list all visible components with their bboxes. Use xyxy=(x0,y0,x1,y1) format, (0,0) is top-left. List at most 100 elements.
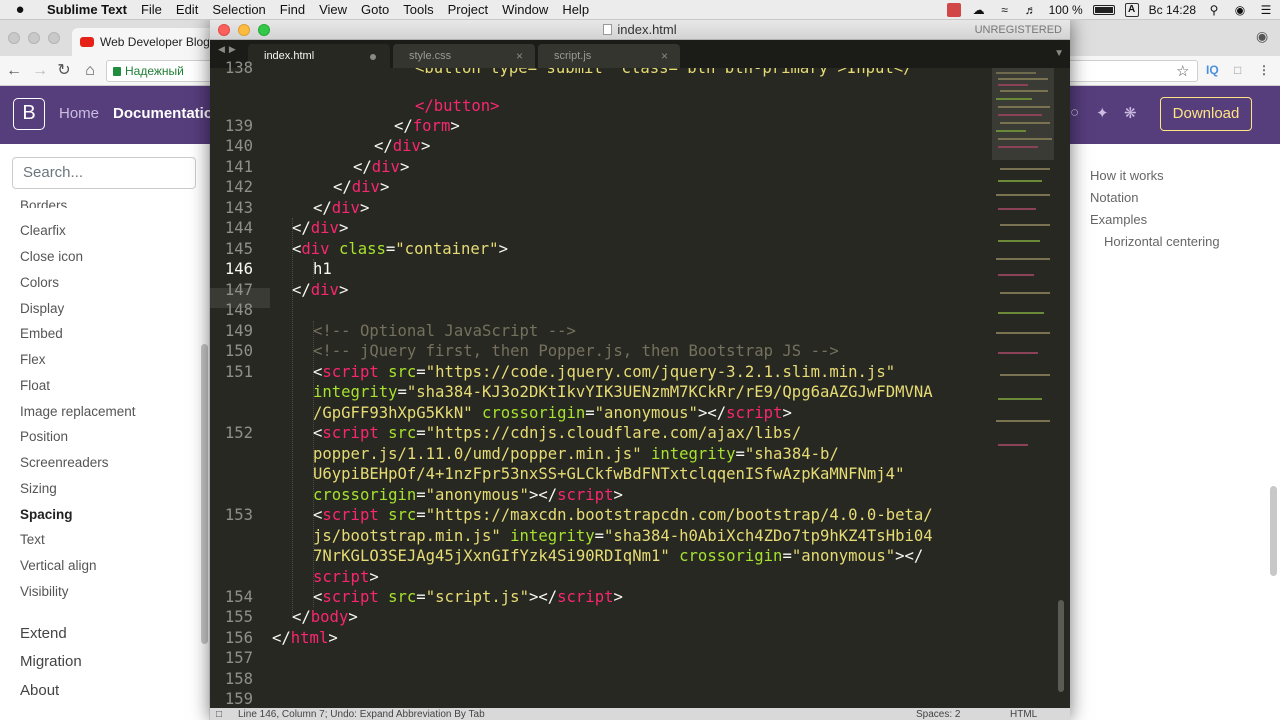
menu-find[interactable]: Find xyxy=(273,2,312,17)
window-close-button[interactable] xyxy=(218,24,230,36)
tab-close-icon[interactable]: × xyxy=(516,44,523,68)
menu-tools[interactable]: Tools xyxy=(396,2,440,17)
code-line-151a: <script src="https://code.jquery.com/jqu… xyxy=(313,363,896,381)
download-button[interactable]: Download xyxy=(1160,97,1252,131)
notification-center-icon[interactable]: ☰ xyxy=(1258,3,1274,17)
line-number: 147 xyxy=(224,281,253,299)
nav-home-link[interactable]: Home xyxy=(59,105,99,122)
sidebar-item-colors[interactable]: Colors xyxy=(20,275,59,290)
toc-horizontal-centering[interactable]: Horizontal centering xyxy=(1104,234,1220,249)
sidebar-item-image-replacement[interactable]: Image replacement xyxy=(20,404,136,419)
tab-dropdown-icon[interactable]: ▼ xyxy=(1054,48,1064,59)
secure-label: Надежный xyxy=(125,64,184,78)
sidebar-scrollbar[interactable] xyxy=(201,344,208,644)
sidebar-item-screenreaders[interactable]: Screenreaders xyxy=(20,455,109,470)
sidebar-section-migration[interactable]: Migration xyxy=(20,653,82,670)
code-line-152c: U6ypiBEHpOf/4+1nzFpr53nxSS+GLCkfwBdFNTxt… xyxy=(313,465,905,483)
sidebar-item-vertical-align[interactable]: Vertical align xyxy=(20,558,97,573)
toc-notation[interactable]: Notation xyxy=(1090,190,1138,205)
code-editor[interactable]: <button type="submit" class="btn btn-pri… xyxy=(272,68,992,718)
line-number: 155 xyxy=(224,608,253,626)
github-icon[interactable]: ○ xyxy=(1070,104,1079,121)
cloud-upload-icon[interactable]: ☁ xyxy=(971,3,987,17)
tab-label: index.html xyxy=(264,50,315,62)
volume-icon[interactable]: ♬ xyxy=(1023,3,1039,17)
menubar-clock[interactable]: Вс 14:28 xyxy=(1149,3,1196,17)
sidebar-item-visibility[interactable]: Visibility xyxy=(20,584,69,599)
window-zoom-button[interactable] xyxy=(258,24,270,36)
sidebar-item-embed[interactable]: Embed xyxy=(20,326,63,341)
code-line-144: </div> xyxy=(292,219,349,237)
status-syntax[interactable]: HTML xyxy=(1010,708,1037,720)
tab-style-css[interactable]: style.css × xyxy=(393,44,535,68)
sidebar-item-borders[interactable]: Borders xyxy=(20,198,67,208)
sidebar-section-about[interactable]: About xyxy=(20,682,59,699)
window-minimize-button[interactable] xyxy=(238,24,250,36)
spotlight-search-icon[interactable]: ⚲ xyxy=(1206,3,1222,17)
apple-menu-icon[interactable]: ● xyxy=(0,1,40,18)
tab-scroll-arrows-icon[interactable]: ◀▶ xyxy=(218,44,240,55)
menu-window[interactable]: Window xyxy=(495,2,555,17)
reload-icon[interactable]: ↻ xyxy=(54,61,74,81)
recording-icon[interactable] xyxy=(946,3,961,17)
home-icon[interactable]: ⌂ xyxy=(80,61,100,81)
tab-script-js[interactable]: script.js × xyxy=(538,44,680,68)
chrome-minimize-button[interactable] xyxy=(28,32,40,44)
menu-edit[interactable]: Edit xyxy=(169,2,205,17)
menu-project[interactable]: Project xyxy=(441,2,495,17)
back-arrow-icon[interactable]: ← xyxy=(4,61,24,81)
sidebar-item-display[interactable]: Display xyxy=(20,301,64,316)
bookmark-star-icon[interactable]: ☆ xyxy=(1176,62,1189,80)
chrome-menu-icon[interactable]: ⋮ xyxy=(1258,63,1270,77)
input-source-icon[interactable]: A xyxy=(1124,3,1139,17)
wifi-icon[interactable]: ≈ xyxy=(997,3,1013,17)
sidebar-section-extend[interactable]: Extend xyxy=(20,625,67,642)
menu-file[interactable]: File xyxy=(134,2,169,17)
toc-examples[interactable]: Examples xyxy=(1090,212,1147,227)
sidebar-item-text[interactable]: Text xyxy=(20,532,45,547)
sidebar-item-clearfix[interactable]: Clearfix xyxy=(20,223,66,238)
menu-sublime-text[interactable]: Sublime Text xyxy=(40,2,134,17)
tab-index-html[interactable]: index.html xyxy=(248,44,390,68)
minimap-line xyxy=(998,84,1028,86)
chrome-profile-icon[interactable]: ◉ xyxy=(1256,28,1268,45)
code-line-149: <!-- Optional JavaScript --> xyxy=(313,322,576,340)
menu-selection[interactable]: Selection xyxy=(205,2,272,17)
chrome-close-button[interactable] xyxy=(8,32,20,44)
menu-goto[interactable]: Goto xyxy=(354,2,396,17)
toc-how-it-works[interactable]: How it works xyxy=(1090,168,1164,183)
sidebar-item-sizing[interactable]: Sizing xyxy=(20,481,57,496)
sidebar-item-float[interactable]: Float xyxy=(20,378,50,393)
forward-arrow-icon[interactable]: → xyxy=(30,61,50,81)
page-scrollbar[interactable] xyxy=(1270,486,1277,576)
menu-help[interactable]: Help xyxy=(555,2,596,17)
minimap-line xyxy=(998,240,1040,242)
code-line-146: h1 xyxy=(313,260,332,278)
minimap-line xyxy=(1000,122,1050,124)
siri-icon[interactable]: ◉ xyxy=(1232,3,1248,17)
status-monitor-icon[interactable]: □ xyxy=(216,708,222,720)
extension-iq-icon[interactable]: IQ xyxy=(1206,63,1219,77)
tab-close-icon[interactable]: × xyxy=(661,44,668,68)
chrome-tab-web-developer-blog[interactable]: Web Developer Blog - xyxy=(72,28,222,56)
docs-search-input[interactable]: Search... xyxy=(12,157,196,189)
editor-scrollbar[interactable] xyxy=(1058,600,1064,692)
docs-toc-area: How it works Notation Examples Horizonta… xyxy=(1070,144,1280,720)
chrome-zoom-button[interactable] xyxy=(48,32,60,44)
twitter-icon[interactable]: ✦ xyxy=(1096,104,1109,122)
editor-tab-bar: ◀▶ index.html style.css × script.js × ▼ xyxy=(210,40,1070,68)
nav-documentation-link[interactable]: Documentation xyxy=(113,105,222,122)
sidebar-item-position[interactable]: Position xyxy=(20,429,68,444)
sidebar-item-spacing[interactable]: Spacing xyxy=(20,507,73,522)
minimap[interactable] xyxy=(992,68,1054,708)
status-indentation[interactable]: Spaces: 2 xyxy=(916,708,960,720)
menu-view[interactable]: View xyxy=(312,2,354,17)
bootstrap-logo[interactable]: B xyxy=(13,98,45,130)
sidebar-item-flex[interactable]: Flex xyxy=(20,352,46,367)
address-bar[interactable]: Надежный xyxy=(106,60,226,82)
slack-icon[interactable]: ❋ xyxy=(1124,104,1137,122)
sidebar-item-close-icon[interactable]: Close icon xyxy=(20,249,83,264)
code-line-156: </html> xyxy=(272,629,338,647)
extension-icon[interactable]: □ xyxy=(1234,63,1241,77)
battery-icon[interactable] xyxy=(1092,5,1115,15)
